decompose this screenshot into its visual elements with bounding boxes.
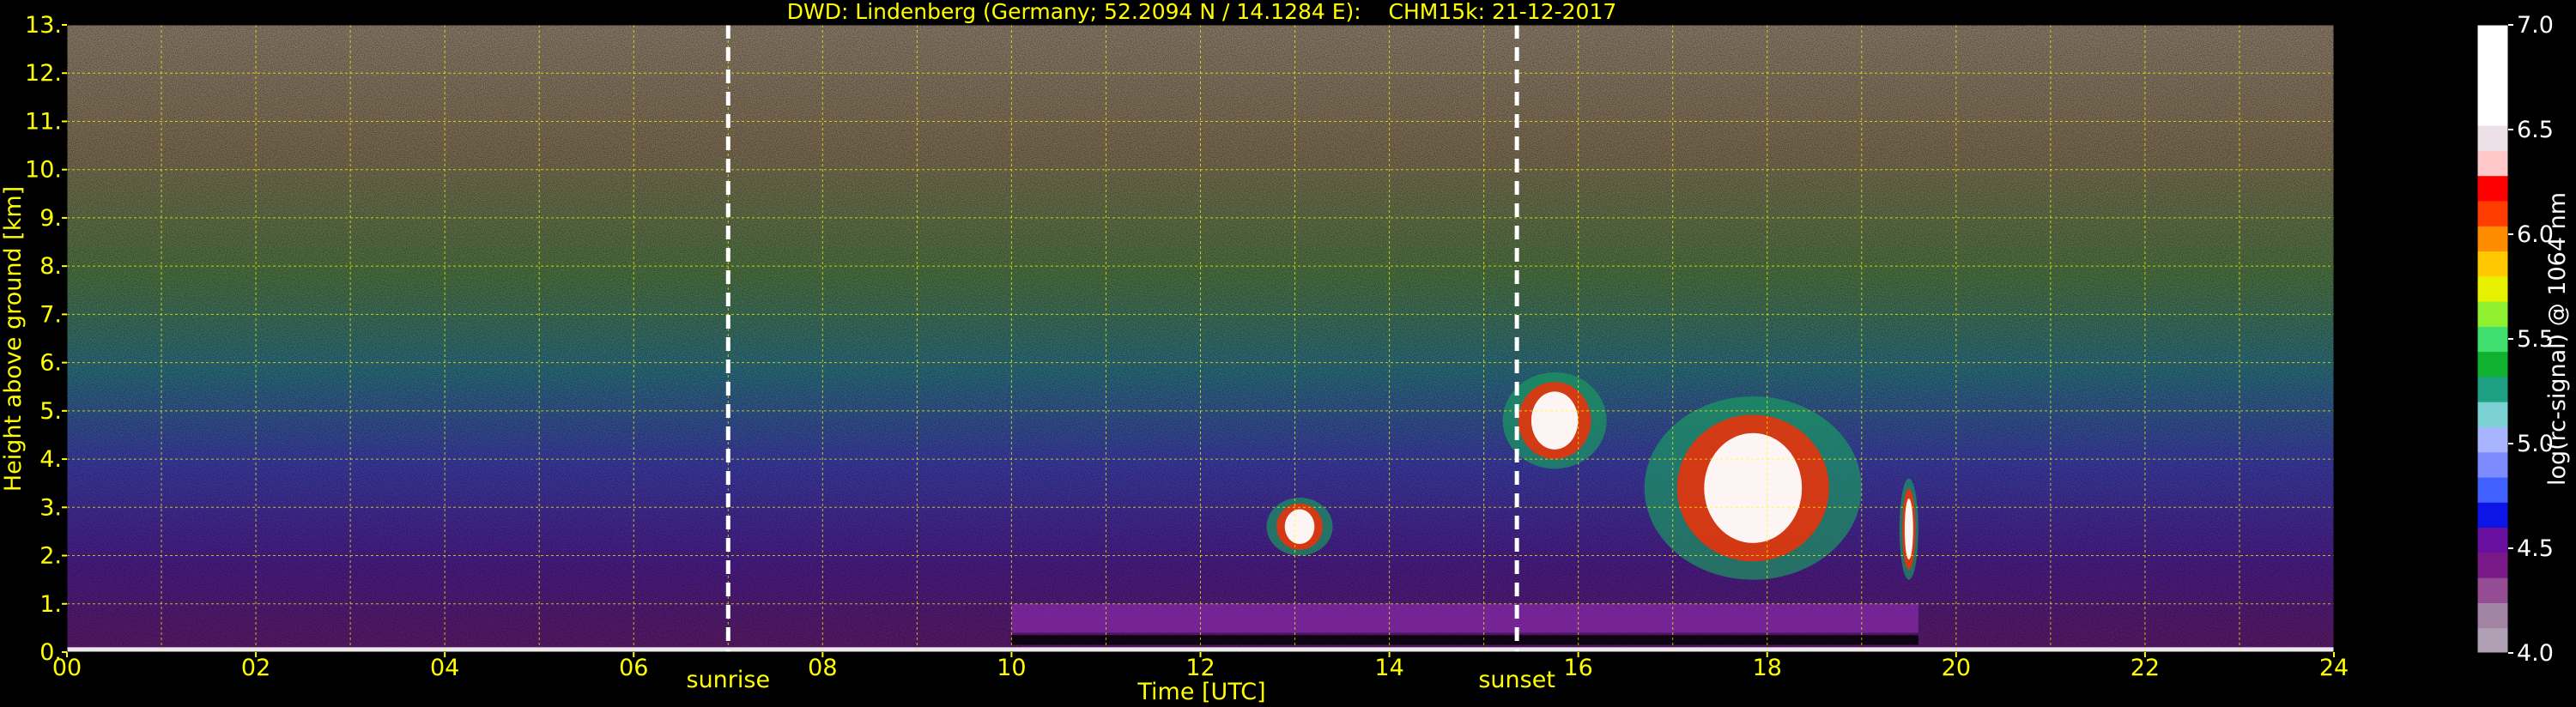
cloud-core: [1530, 391, 1579, 450]
colorbar-cell: [2477, 200, 2508, 227]
colorbar-cell: [2477, 75, 2508, 101]
y-tick-label: 8.: [39, 253, 62, 280]
colorbar-cell: [2477, 150, 2508, 177]
y-tick-label: 0.: [39, 639, 62, 666]
x-tick-label: 14: [1374, 655, 1403, 681]
x-tick-label: 06: [619, 655, 648, 681]
x-tick-label: 24: [2319, 655, 2349, 681]
y-tick-label: 1.: [39, 591, 62, 618]
colorbar-cell: [2477, 602, 2508, 629]
x-tick-label: 22: [2131, 655, 2160, 681]
colorbar-cell: [2477, 25, 2508, 51]
x-axis-label: Time [UTC]: [1136, 679, 1265, 705]
colorbar-cell: [2477, 100, 2508, 126]
colorbar-tick-label: 4.0: [2517, 640, 2554, 667]
colorbar-label: log(rc-signal) @ 1064 nm: [2544, 192, 2571, 486]
lidar-chart: sunrise sunset DWD: Lindenberg (Germany; …: [0, 0, 2571, 705]
y-tick-label: 2.: [39, 543, 62, 570]
colorbar-cell: [2477, 451, 2508, 478]
cloud-core: [1904, 499, 1913, 560]
y-tick-label: 13.: [25, 12, 62, 39]
colorbar-cell: [2477, 301, 2508, 327]
colorbar-cell: [2477, 175, 2508, 202]
y-axis-label: Height above ground [km]: [0, 186, 27, 492]
colorbar-tick-label: 6.5: [2517, 117, 2554, 143]
y-tick-label: 10.: [25, 157, 62, 184]
plot-area: sunrise sunset: [66, 24, 2335, 693]
colorbar-cell: [2477, 326, 2508, 353]
x-tick-labels: 00 02 04 06 08 10 12 14 16 18 20 22 24: [52, 652, 2349, 681]
colorbar-cells: [2476, 24, 2509, 654]
colorbar-cell: [2477, 226, 2508, 252]
colorbar-cell: [2477, 125, 2508, 151]
x-tick-label: 20: [1942, 655, 1971, 681]
colorbar-cell: [2477, 251, 2508, 277]
colorbar-cell: [2477, 402, 2508, 427]
x-tick-label: 02: [241, 655, 270, 681]
y-tick-label: 11.: [25, 108, 62, 135]
marker-label-sunrise: sunrise: [687, 667, 771, 693]
colorbar-tick-label: 4.5: [2517, 535, 2554, 562]
y-tick-label: 7.: [39, 301, 62, 328]
y-tick-label: 4.: [39, 446, 62, 473]
marker-label-sunset: sunset: [1478, 667, 1555, 693]
colorbar-cell: [2477, 502, 2508, 529]
x-tick-label: 04: [430, 655, 459, 681]
aerosol-layer-base: [1011, 635, 1918, 645]
colorbar-cell: [2477, 376, 2508, 402]
y-tick-label: 3.: [39, 494, 62, 521]
colorbar-cell: [2477, 50, 2508, 76]
x-tick-label: 10: [997, 655, 1026, 681]
y-tick-label: 6.: [39, 350, 62, 377]
y-tick-labels: 0. 1. 2. 3. 4. 5. 6. 7. 8. 9. 10. 11. 12. 13.: [25, 12, 67, 666]
x-tick-label: 16: [1563, 655, 1592, 681]
colorbar-cell: [2477, 627, 2508, 654]
colorbar-cell: [2477, 351, 2508, 378]
colorbar-tick-label: 7.0: [2517, 12, 2554, 39]
x-tick-label: 12: [1185, 655, 1215, 681]
colorbar-cell: [2477, 426, 2508, 453]
y-tick-label: 5.: [39, 398, 62, 425]
colorbar-cell: [2477, 552, 2508, 578]
chart-title: DWD: Lindenberg (Germany; 52.2094 N / 14…: [787, 0, 1617, 24]
y-tick-label: 9.: [39, 205, 62, 232]
y-tick-label: 12.: [25, 60, 62, 87]
colorbar-cell: [2477, 275, 2508, 302]
x-tick-label: 18: [1753, 655, 1782, 681]
colorbar-cell: [2477, 577, 2508, 603]
colorbar-cell: [2477, 527, 2508, 553]
colorbar: 4.04.55.05.56.06.57.0 log(rc-signal) @ 1…: [2476, 12, 2571, 667]
aerosol-layer: [1011, 603, 1918, 633]
cloud-core: [1704, 432, 1803, 543]
x-tick-label: 08: [808, 655, 837, 681]
cloud-core: [1284, 509, 1315, 545]
colorbar-cell: [2477, 477, 2508, 503]
